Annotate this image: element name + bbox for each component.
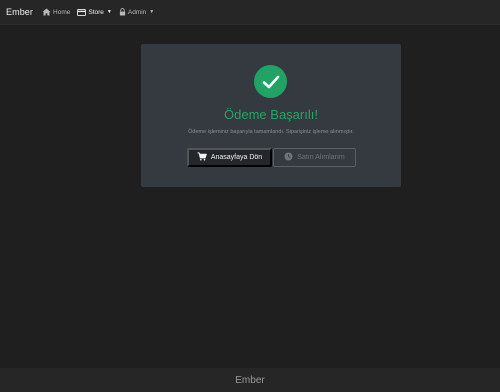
nav-item-admin[interactable]: Admin ▼: [119, 8, 154, 16]
success-title: Ödeme Başarılı!: [224, 107, 318, 122]
chevron-down-icon: ▼: [106, 9, 112, 15]
lock-icon: [119, 8, 126, 16]
clock-icon: [284, 152, 293, 163]
my-purchases-button: Satın Alımlarım: [273, 148, 356, 167]
store-icon: [77, 8, 87, 16]
payment-success-card: Ödeme Başarılı! Ödeme işleminiz başarıyl…: [141, 44, 401, 187]
footer-brand: Ember: [235, 374, 265, 386]
back-to-home-button[interactable]: Anasayfaya Dön: [187, 148, 272, 167]
nav-item-admin-label: Admin: [127, 8, 147, 16]
cart-icon: [197, 152, 207, 163]
brand-logo[interactable]: Ember: [6, 7, 33, 17]
top-navbar: Ember Home Store ▼ Admin ▼: [0, 0, 500, 25]
check-circle-icon: [254, 65, 287, 98]
page-footer: Ember: [0, 368, 500, 392]
nav-item-store[interactable]: Store ▼: [77, 8, 112, 16]
nav-item-home-label: Home: [53, 8, 71, 16]
my-purchases-label: Satın Alımlarım: [297, 154, 345, 161]
success-message: Ödeme işleminiz başarıyla tamamlandı. Si…: [188, 129, 354, 135]
nav-item-store-label: Store: [88, 8, 104, 16]
chevron-down-icon: ▼: [149, 9, 155, 15]
back-to-home-label: Anasayfaya Dön: [210, 154, 263, 161]
home-icon: [42, 8, 51, 16]
nav-item-home[interactable]: Home: [42, 8, 70, 16]
